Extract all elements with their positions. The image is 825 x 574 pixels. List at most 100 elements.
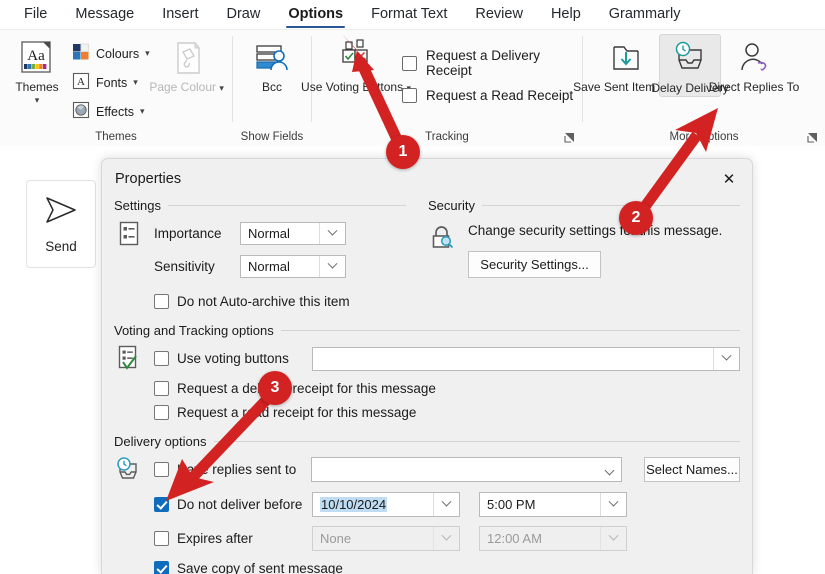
chevron-down-icon[interactable]: [319, 256, 345, 277]
save-copy-checkbox[interactable]: [154, 561, 169, 574]
request-read-receipt-checkbox[interactable]: [402, 88, 417, 103]
effects-icon: [72, 101, 90, 122]
delivery-clock-icon: [114, 456, 144, 483]
close-icon[interactable]: ✕: [706, 162, 752, 196]
chevron-down-icon[interactable]: [600, 527, 626, 550]
do-not-deliver-checkbox[interactable]: [154, 497, 169, 512]
have-replies-input[interactable]: [311, 457, 622, 482]
chevron-down-icon[interactable]: [600, 493, 626, 516]
bcc-label: Bcc: [261, 80, 282, 94]
use-voting-buttons-button[interactable]: Use Voting Buttons ▾: [301, 34, 411, 95]
chevron-down-icon[interactable]: ▾: [133, 77, 138, 88]
annotation-badge-3: 3: [258, 371, 292, 405]
auto-archive-checkbox[interactable]: [154, 294, 169, 309]
effects-button[interactable]: Effects ▾: [68, 99, 154, 124]
save-copy-label: Save copy of sent message: [177, 561, 343, 574]
tracking-checkboxes: Request a Delivery Receipt Request a Rea…: [394, 34, 576, 103]
settings-list-icon: [114, 221, 144, 246]
do-not-deliver-time-combo[interactable]: 5:00 PM: [479, 492, 627, 517]
sensitivity-label: Sensitivity: [154, 259, 215, 274]
page-colour-icon: [166, 38, 208, 80]
tab-review[interactable]: Review: [461, 3, 537, 27]
section-rule: [280, 330, 740, 331]
fonts-label: Fonts: [96, 75, 128, 90]
read-receipt-checkbox[interactable]: [154, 405, 169, 420]
themes-button[interactable]: Aa Themes ▾: [6, 34, 68, 106]
svg-text:Aa: Aa: [27, 48, 45, 64]
more-options-group-label: More Options: [669, 131, 739, 143]
ribbon-group-more-options: Save Sent Item To ▾ Delay Delivery: [573, 30, 825, 147]
auto-archive-row[interactable]: Do not Auto-archive this item: [154, 294, 350, 309]
expires-after-date-combo[interactable]: None: [312, 526, 460, 551]
request-read-receipt-row[interactable]: Request a Read Receipt: [402, 88, 576, 103]
fonts-icon: A: [72, 72, 90, 93]
expires-after-time-combo[interactable]: 12:00 AM: [479, 526, 627, 551]
tab-grammarly[interactable]: Grammarly: [595, 3, 695, 27]
security-settings-button[interactable]: Security Settings...: [468, 251, 601, 278]
request-delivery-receipt-checkbox[interactable]: [402, 55, 417, 71]
send-button[interactable]: Send: [26, 180, 96, 268]
auto-archive-label: Do not Auto-archive this item: [177, 294, 350, 309]
direct-replies-to-button[interactable]: Direct Replies To: [709, 34, 799, 95]
ribbon: Aa Themes ▾ Colours ▾ A Fonts ▾ Effects …: [0, 29, 825, 146]
tracking-dialog-launcher-icon[interactable]: [564, 132, 576, 144]
tab-options[interactable]: Options: [274, 3, 357, 28]
delivery-receipt-label: Request a delivery receipt for this mess…: [177, 381, 436, 396]
save-sent-item-to-button[interactable]: Save Sent Item To ▾: [573, 34, 679, 95]
delivery-receipt-row[interactable]: Request a delivery receipt for this mess…: [154, 381, 436, 396]
save-copy-row[interactable]: Save copy of sent message: [154, 561, 343, 574]
chevron-down-icon[interactable]: ▾: [219, 83, 224, 93]
importance-combo[interactable]: Normal: [240, 222, 346, 245]
properties-dialog: Properties ✕ Settings Importance Normal …: [101, 158, 753, 574]
have-replies-checkbox[interactable]: [154, 462, 169, 477]
expires-after-date-value: None: [320, 531, 352, 546]
read-receipt-row[interactable]: Request a read receipt for this message: [154, 405, 416, 420]
voting-buttons-combo[interactable]: [312, 346, 740, 371]
tab-format-text[interactable]: Format Text: [357, 3, 461, 27]
annotation-badge-1: 1: [386, 135, 420, 169]
ribbon-tab-bar: File Message Insert Draw Options Format …: [0, 0, 825, 29]
colours-icon: [72, 43, 90, 64]
expires-after-checkbox[interactable]: [154, 531, 169, 546]
colours-button[interactable]: Colours ▾: [68, 41, 154, 66]
do-not-deliver-date-combo[interactable]: 10/10/2024: [312, 492, 460, 517]
request-delivery-receipt-row[interactable]: Request a Delivery Receipt: [402, 48, 576, 78]
dialog-title: Properties: [115, 170, 182, 187]
fonts-button[interactable]: A Fonts ▾: [68, 70, 154, 95]
tab-message[interactable]: Message: [61, 3, 148, 27]
sensitivity-value: Normal: [248, 259, 290, 274]
tab-insert[interactable]: Insert: [148, 3, 212, 27]
do-not-deliver-date-value: 10/10/2024: [320, 497, 388, 512]
themes-button-label: Themes: [15, 80, 59, 94]
chevron-down-icon[interactable]: ▾: [140, 106, 145, 117]
delivery-receipt-checkbox[interactable]: [154, 381, 169, 396]
importance-label: Importance: [154, 226, 222, 241]
chevron-down-icon[interactable]: [319, 223, 345, 244]
use-voting-buttons-row[interactable]: Use voting buttons: [154, 351, 302, 366]
voting-section-heading: Voting and Tracking options: [114, 323, 740, 338]
use-voting-buttons-checkbox[interactable]: [154, 351, 169, 366]
sensitivity-combo[interactable]: Normal: [240, 255, 346, 278]
more-options-dialog-launcher-icon[interactable]: [807, 132, 819, 144]
delay-delivery-icon: [668, 39, 712, 81]
direct-replies-icon: [732, 38, 776, 80]
chevron-down-icon[interactable]: [433, 493, 459, 516]
page-colour-label: Page Colour ▾: [149, 80, 224, 94]
chevron-down-icon[interactable]: [433, 527, 459, 550]
expires-after-row[interactable]: Expires after: [154, 531, 302, 546]
chevron-down-icon[interactable]: ▾: [145, 48, 150, 59]
tab-file[interactable]: File: [10, 3, 61, 27]
chevron-down-icon[interactable]: ▾: [35, 95, 40, 106]
voting-check-icon: [114, 345, 144, 372]
do-not-deliver-row[interactable]: Do not deliver before: [154, 497, 302, 512]
page-colour-button[interactable]: Page Colour ▾: [149, 34, 224, 95]
tab-draw[interactable]: Draw: [212, 3, 274, 27]
chevron-down-icon[interactable]: [713, 347, 739, 370]
bcc-button[interactable]: Bcc: [239, 34, 305, 95]
request-read-receipt-label: Request a Read Receipt: [426, 88, 574, 103]
ribbon-group-themes: Aa Themes ▾ Colours ▾ A Fonts ▾ Effects …: [0, 30, 232, 147]
tab-help[interactable]: Help: [537, 3, 595, 27]
have-replies-label: Have replies sent to: [177, 462, 297, 477]
have-replies-row[interactable]: Have replies sent to: [154, 462, 301, 477]
select-names-button[interactable]: Select Names...: [644, 457, 740, 482]
